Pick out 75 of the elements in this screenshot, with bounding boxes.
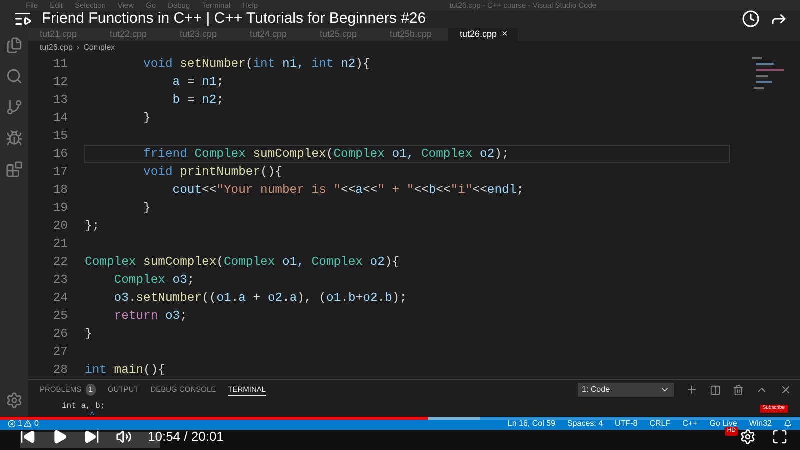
- line-number: 26: [52, 326, 68, 343]
- code-line: a = n1;: [172, 74, 225, 91]
- editor-tab[interactable]: tut25.cpp: [308, 28, 378, 41]
- previous-icon[interactable]: [20, 428, 36, 445]
- warning-icon[interactable]: [24, 420, 32, 428]
- bug-icon[interactable]: [6, 130, 22, 147]
- line-number: 14: [52, 110, 68, 127]
- terminal-line: ^: [90, 411, 95, 420]
- video-title: Friend Functions in C++ | C++ Tutorials for Beginners #26: [42, 10, 426, 27]
- code-line: }: [142, 200, 152, 217]
- code-line: }: [142, 110, 152, 127]
- line-number: 15: [52, 128, 68, 145]
- warning-count[interactable]: 0: [34, 418, 39, 430]
- fullscreen-icon[interactable]: [772, 428, 788, 445]
- status-item[interactable]: UTF-8: [615, 418, 638, 430]
- progress-track[interactable]: [0, 417, 800, 420]
- status-item[interactable]: Win32: [749, 418, 772, 430]
- blocks-icon[interactable]: [6, 161, 22, 178]
- line-number: 28: [52, 362, 68, 379]
- code-line: };: [84, 218, 101, 235]
- code-line: void printNumber(){: [142, 164, 284, 181]
- next-icon[interactable]: [84, 428, 100, 445]
- status-item[interactable]: Spaces: 4: [567, 418, 604, 430]
- trash-icon[interactable]: [733, 384, 744, 396]
- editor-tab[interactable]: tut23.cpp: [168, 28, 238, 41]
- breadcrumb-separator: ›: [76, 42, 80, 54]
- minimap: [752, 55, 786, 91]
- line-number: 23: [52, 272, 68, 289]
- code-line: Complex sumComplex(Complex o1, Complex o2){: [84, 254, 401, 271]
- line-number: 21: [52, 236, 68, 253]
- code-line: Complex o3;: [113, 272, 196, 289]
- video-time: 10:54 / 20:01: [148, 428, 224, 446]
- code-line: cout<<"Your number is "<<a<<" + "<<b<<"i"<<endl;: [172, 182, 525, 199]
- close-icon[interactable]: ×: [502, 29, 508, 40]
- plus-icon[interactable]: [686, 384, 698, 396]
- clock-icon[interactable]: [742, 10, 760, 28]
- line-number: 17: [52, 164, 68, 181]
- line-number: 27: [52, 344, 68, 361]
- code-line: void setNumber(int n1, int n2){: [142, 56, 372, 73]
- files-icon[interactable]: [6, 37, 22, 54]
- bell-icon[interactable]: [784, 420, 792, 428]
- code-line: }: [84, 326, 94, 343]
- breadcrumb-item[interactable]: tut26.cpp: [40, 42, 73, 54]
- line-number: 25: [52, 308, 68, 325]
- line-number: 16: [52, 146, 68, 163]
- branch-icon[interactable]: [6, 99, 22, 116]
- code-line: o3.setNumber((o1.a + o2.a), (o1.b+o2.b);: [113, 290, 408, 307]
- line-number: 11: [52, 56, 68, 73]
- code-line: int main(){: [84, 362, 166, 379]
- status-item[interactable]: Ln 16, Col 59: [508, 418, 556, 430]
- error-count[interactable]: 1: [18, 418, 22, 430]
- line-number: 18: [52, 182, 68, 199]
- line-number: 20: [52, 218, 68, 235]
- editor-tab[interactable]: tut25b.cpp: [378, 28, 448, 41]
- editor-tab[interactable]: tut21.cpp: [28, 28, 98, 41]
- status-item[interactable]: C++: [682, 418, 698, 430]
- line-number: 12: [52, 74, 68, 91]
- editor-tab[interactable]: tut22.cpp: [98, 28, 168, 41]
- editor-tab[interactable]: tut26.cpp ×: [448, 28, 518, 41]
- line-number: 19: [52, 200, 68, 217]
- search-icon[interactable]: [6, 68, 22, 85]
- code-line: return o3;: [113, 308, 188, 325]
- play-icon[interactable]: [52, 428, 68, 445]
- breadcrumb-item[interactable]: Complex: [84, 42, 116, 54]
- line-number: 24: [52, 290, 68, 307]
- editor-tab[interactable]: tut24.cpp: [238, 28, 308, 41]
- terminal-select[interactable]: 1: Code: [578, 383, 674, 397]
- line-number: 22: [52, 254, 68, 271]
- code-line: b = n2;: [172, 92, 225, 109]
- status-item[interactable]: CRLF: [650, 418, 671, 430]
- split-icon[interactable]: [710, 384, 721, 396]
- close-icon[interactable]: [780, 384, 792, 396]
- line-number: 13: [52, 92, 68, 109]
- volume-icon[interactable]: [116, 428, 132, 445]
- terminal-line: int a, b;: [62, 402, 106, 411]
